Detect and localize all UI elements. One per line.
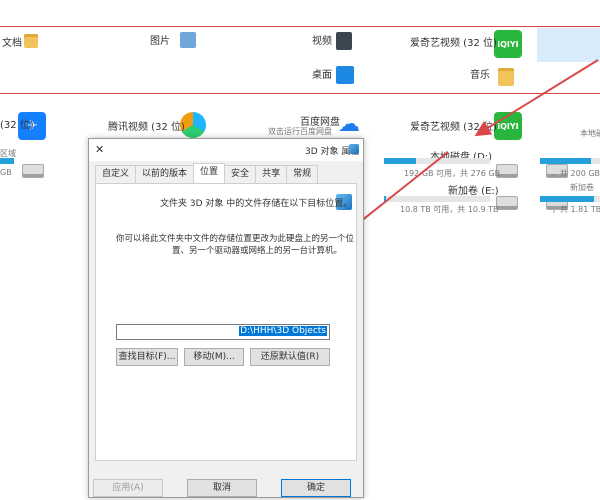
description-line-2: 置、另一个驱动器或网络上的另一台计算机。 xyxy=(172,246,343,256)
ok-button[interactable]: 确定 xyxy=(281,479,351,497)
find-target-button[interactable]: 查找目标(F)... xyxy=(116,348,178,366)
description-line-1: 你可以将此文件夹中文件的存储位置更改为此硬盘上的另一个位 xyxy=(116,234,355,244)
close-icon[interactable]: ✕ xyxy=(95,143,104,156)
dialog-titlebar[interactable]: ✕ 3D 对象 属性 xyxy=(89,139,363,161)
tab-5[interactable]: 自定义 xyxy=(95,165,137,183)
tab-2[interactable]: 安全 xyxy=(224,165,257,183)
tab-3[interactable]: 位置 xyxy=(193,163,226,183)
location-path-input[interactable]: D:\HHH\3D Objects xyxy=(116,324,330,340)
tab-bar: 自定义 以前的版本 位置 安全 共享 常规 xyxy=(95,163,319,183)
path-value: D:\HHH\3D Objects xyxy=(239,326,327,336)
cancel-button[interactable]: 取消 xyxy=(187,479,257,497)
restore-default-button[interactable]: 还原默认值(R) xyxy=(250,348,330,366)
location-tab-panel: 文件夹 3D 对象 中的文件存储在以下目标位置。 你可以将此文件夹中文件的存储位… xyxy=(95,183,357,461)
info-line: 文件夹 3D 对象 中的文件存储在以下目标位置。 xyxy=(160,199,353,209)
move-button[interactable]: 移动(M)... xyxy=(184,348,244,366)
properties-dialog: ✕ 3D 对象 属性 自定义 以前的版本 位置 安全 共享 常规 文件夹 3D 对象 中的… xyxy=(88,138,364,498)
tab-1[interactable]: 共享 xyxy=(255,165,288,183)
tab-4[interactable]: 以前的版本 xyxy=(135,165,195,183)
arrow-to-drive xyxy=(474,59,599,137)
tab-0[interactable]: 常规 xyxy=(286,165,319,183)
3d-objects-icon xyxy=(349,144,359,154)
apply-button[interactable]: 应用(A) xyxy=(93,479,163,497)
